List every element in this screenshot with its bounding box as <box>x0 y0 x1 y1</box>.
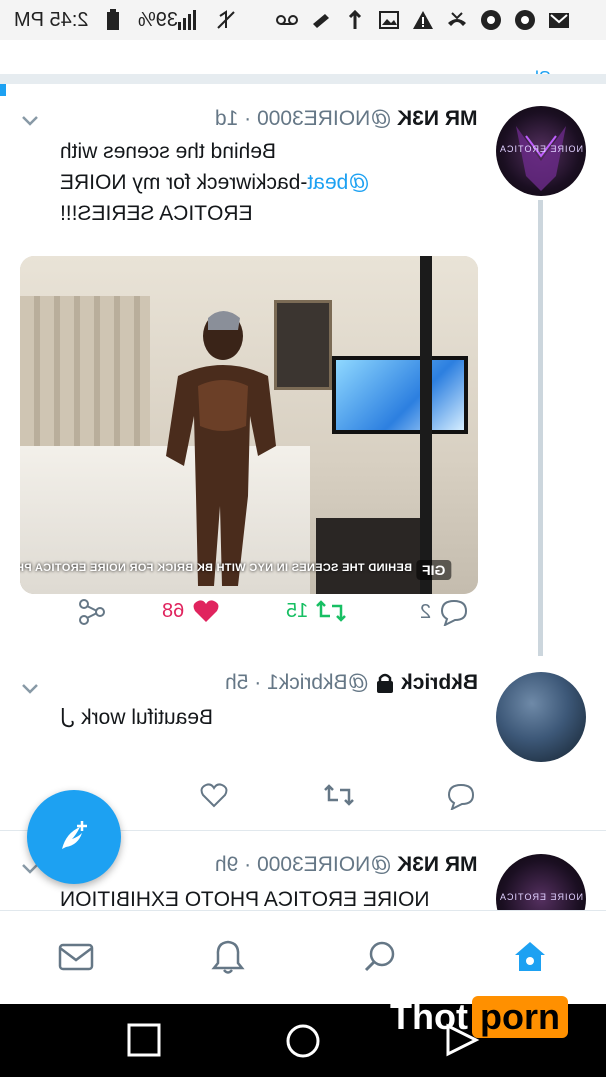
media-light-stand <box>420 256 432 594</box>
home-circle-icon <box>286 1024 320 1058</box>
watermark-text: Thot <box>390 996 468 1037</box>
slash-icon <box>310 9 332 31</box>
avatar[interactable]: NOIRE EROTICA <box>496 106 586 196</box>
reply-count: 2 <box>420 600 432 623</box>
heart-icon <box>200 783 228 808</box>
gmail-icon <box>548 9 570 31</box>
retweet-icon <box>324 784 354 806</box>
like-count: 68 <box>162 599 185 622</box>
warning-icon <box>412 9 434 31</box>
lock-icon <box>375 672 395 694</box>
mail-icon <box>58 943 94 971</box>
tweet-text-line: NOIRE EROTICA PHOTO EXHIBITION <box>60 888 430 910</box>
recents-icon <box>127 1023 161 1057</box>
signal-icon <box>176 8 202 37</box>
media-tv <box>332 356 468 434</box>
new-tweets-indicator <box>0 84 6 96</box>
status-bar: 2:45 PM 39% <box>0 0 606 41</box>
tweet-author[interactable]: MR N3K <box>397 853 478 877</box>
thread-line <box>538 200 543 656</box>
home-tab[interactable] <box>510 937 550 977</box>
media-caption: BEHIND THE SCENES IN NYC WITH BK BRICK F… <box>20 562 412 574</box>
tweet-author[interactable]: MR N3K <box>397 107 478 131</box>
tweet-author[interactable]: Bkbrick <box>401 671 478 695</box>
reply-icon <box>447 783 475 810</box>
chevron-down-icon[interactable] <box>18 676 42 700</box>
notifications-tab[interactable] <box>208 937 248 977</box>
missed-call-icon <box>446 9 468 31</box>
search-icon <box>364 941 395 972</box>
home-icon <box>515 942 545 971</box>
heart-icon <box>193 600 219 622</box>
feed-separator <box>0 74 606 84</box>
tweet-handle[interactable]: @NOIRE3000 · 1d <box>215 107 392 131</box>
tweet-text-line: Behind the scenes with <box>60 140 276 163</box>
recents-button[interactable] <box>126 1022 162 1063</box>
tweet-handle[interactable]: @NOIRE3000 · 9h <box>215 853 392 877</box>
tweet-actions: 68 15 2 <box>0 598 606 638</box>
reply-button[interactable] <box>446 782 476 810</box>
avatar[interactable]: NOIRE EROTICA <box>496 854 586 910</box>
compose-icon <box>62 821 87 849</box>
tweet-media[interactable]: GIF BEHIND THE SCENES IN NYC WITH BK BRI… <box>20 256 478 594</box>
image-icon <box>378 9 400 31</box>
avatar-label: NOIRE EROTICA <box>499 144 584 154</box>
bottom-tab-bar <box>0 910 606 1005</box>
chrome-icon <box>480 9 502 31</box>
avatar[interactable] <box>496 672 586 762</box>
tweet-handle[interactable]: @Bkbrick1 · 5h <box>225 671 369 695</box>
media-desk <box>316 518 426 594</box>
like-button[interactable]: 68 <box>162 598 220 624</box>
status-time: 2:45 PM <box>14 9 89 31</box>
like-button[interactable] <box>200 782 228 808</box>
messages-tab[interactable] <box>56 937 96 977</box>
battery-icon <box>106 9 120 36</box>
retweet-icon <box>316 600 347 622</box>
retweet-button[interactable]: 15 <box>286 598 347 624</box>
reply-icon <box>441 599 468 626</box>
tweet-text-line: Beautiful work ل <box>60 706 213 729</box>
tweet-item[interactable]: NOIRE EROTICA @NOIRE3000 · 1d MR N3K Beh… <box>0 96 606 656</box>
notification-icons <box>276 9 570 31</box>
battery-level: 39% <box>138 9 179 31</box>
compose-button[interactable] <box>27 790 121 884</box>
chevron-down-icon[interactable] <box>18 108 42 132</box>
tweet-header: @NOIRE3000 · 1d MR N3K <box>60 104 478 134</box>
avatar-label: NOIRE EROTICA <box>499 892 584 902</box>
retweet-count: 15 <box>286 599 309 622</box>
reply-button[interactable]: 2 <box>420 598 469 626</box>
watermark-badge: porn <box>471 996 568 1038</box>
tweet-text: Beautiful work ل <box>60 702 478 733</box>
mute-icon <box>214 8 238 37</box>
share-icon <box>79 599 105 625</box>
upload-icon <box>344 9 366 31</box>
tweet-header: @NOIRE3000 · 9h MR N3K <box>60 850 478 880</box>
tweet-text-line: EROTICA SERIES!!! <box>60 202 253 225</box>
mention-link[interactable]: @beat <box>307 171 369 194</box>
bell-icon <box>211 940 245 974</box>
tweet-text: Behind the scenes with @beat-backiwreck … <box>60 136 478 229</box>
tweet-header: @Bkbrick1 · 5h Bkbrick <box>60 668 478 698</box>
chrome-icon <box>514 9 536 31</box>
media-figure <box>166 311 276 586</box>
search-tab[interactable] <box>360 937 400 977</box>
tweet-text-fragment: -backiwreck for my NOIRE <box>60 171 308 194</box>
tweet-text-line: @beat-backiwreck for my NOIRE <box>60 167 478 198</box>
share-button[interactable] <box>78 598 106 626</box>
home-button[interactable] <box>284 1022 322 1065</box>
tweet-text: NOIRE EROTICA PHOTO EXHIBITION <box>60 884 478 910</box>
voicemail-icon <box>276 9 298 31</box>
gif-badge: GIF <box>416 560 452 580</box>
watermark-logo: Thot porn <box>390 996 568 1038</box>
retweet-button[interactable] <box>324 782 354 808</box>
